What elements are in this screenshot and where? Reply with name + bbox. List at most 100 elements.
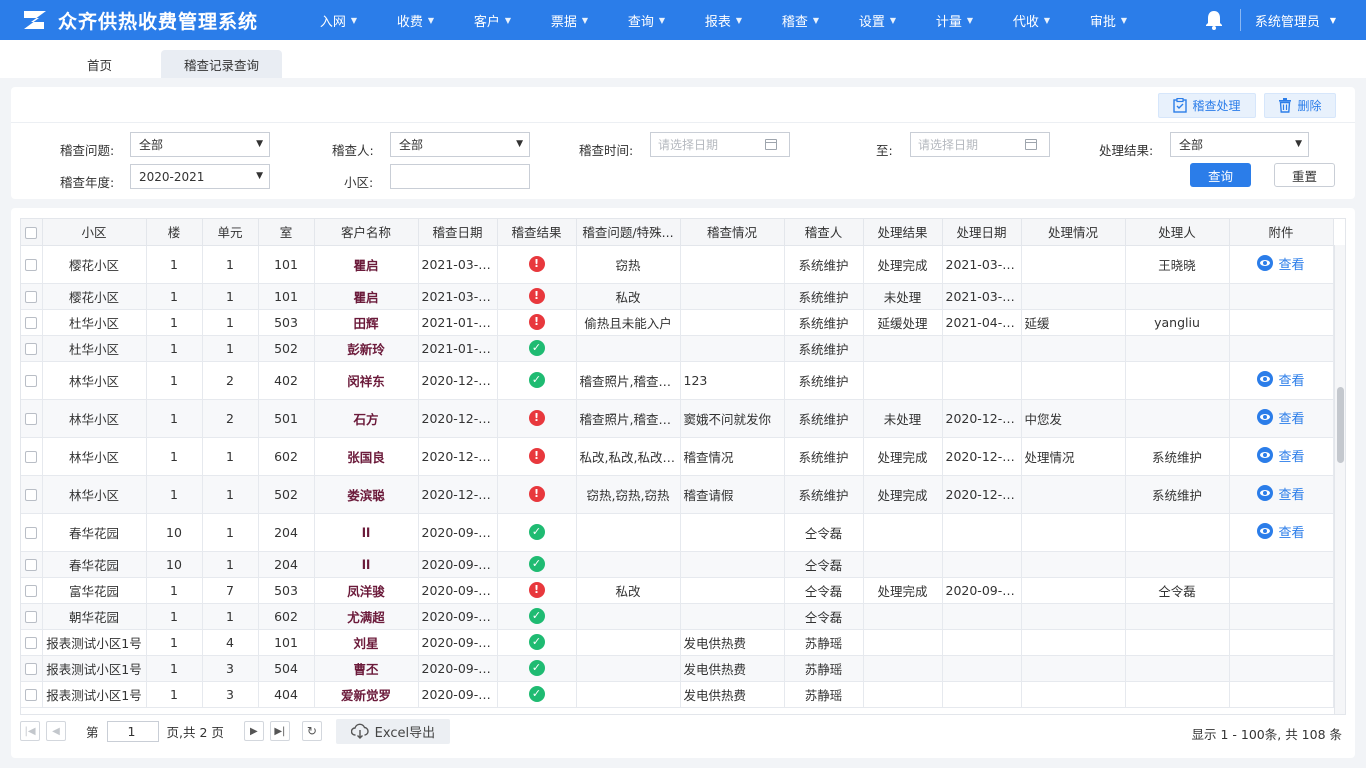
row-checkbox[interactable] [25,375,38,387]
table-row[interactable]: 林华小区 1 2 501 石方 2020-12-04! 稽查照片,稽查照... 窦娥不问就发你… [21,399,1334,438]
table-row[interactable]: 樱花小区 1 1 101 瞿启 2021-03-19! 窃热 系统维护 处理完成 2021-03-… [21,245,1334,284]
notification-bell-icon[interactable] [1196,0,1232,40]
table-row[interactable]: 樱花小区 1 1 101 瞿启 2021-03-19! 私改 系统维护 未处理 2021-03-1… [21,283,1334,310]
column-header[interactable]: 处理人 [1125,219,1230,246]
column-header[interactable]: 室 [258,219,315,246]
tab-inspection-records[interactable]: 稽查记录查询 [161,50,282,78]
column-header[interactable]: 楼 [146,219,203,246]
row-checkbox[interactable] [25,663,38,675]
column-header[interactable]: 稽查情况 [680,219,785,246]
tab-home[interactable]: 首页 [39,50,160,78]
row-checkbox[interactable] [25,527,38,539]
page-number-input[interactable]: 1 [106,720,159,742]
prev-page-button[interactable]: ◀ [46,721,66,741]
row-select-cell[interactable] [21,577,43,604]
row-select-cell[interactable] [21,361,43,400]
start-date-input[interactable]: 请选择日期 [650,132,790,157]
row-select-cell[interactable] [21,335,43,362]
row-checkbox[interactable] [25,637,38,649]
vertical-scrollbar[interactable] [1334,245,1345,714]
row-select-cell[interactable] [21,475,43,514]
table-row[interactable]: 林华小区 1 1 502 娄滨聪 2020-12-04! 窃热,窃热,窃热 稽查请假 系统维护处… [21,475,1334,514]
menu-charge[interactable]: 收费 ▼ [377,0,454,40]
column-header[interactable]: 附件 [1229,219,1334,246]
table-row[interactable]: 林华小区 1 1 602 张国良 2020-12-04! 私改,私改,私改,... 稽查情况系… [21,437,1334,476]
table-row[interactable]: 春华花园 10 1 204 ll 2020-09-21 ✓ 仝令磊 查看 [21,513,1334,552]
row-select-cell[interactable] [21,437,43,476]
delete-button[interactable]: 删除 [1264,93,1336,118]
row-checkbox[interactable] [25,291,38,303]
column-header[interactable]: 稽查日期 [418,219,498,246]
column-header[interactable]: 小区 [42,219,147,246]
table-row[interactable]: 报表测试小区1号 1 3 504 曹丕 2020-09-09 ✓ 发电供热费 苏静瑶 [21,655,1334,682]
menu-inspection[interactable]: 稽查 ▼ [762,0,839,40]
row-checkbox[interactable] [25,489,38,501]
menu-query[interactable]: 查询 ▼ [608,0,685,40]
row-checkbox[interactable] [25,585,38,597]
issue-select[interactable]: 全部 ▼ [130,132,270,157]
view-attachment-link[interactable]: 查看 [1257,484,1305,503]
row-checkbox[interactable] [25,451,38,463]
reset-button[interactable]: 重置 [1274,163,1335,187]
first-page-button[interactable]: |◀ [20,721,40,741]
row-select-cell[interactable] [21,603,43,630]
row-select-cell[interactable] [21,629,43,656]
process-result-select[interactable]: 全部 ▼ [1170,132,1309,157]
table-row[interactable]: 林华小区 1 2 402 闵祥东 2020-12-04 ✓ 稽查照片,稽查照... 123 系统维… [21,361,1334,400]
menu-settings[interactable]: 设置 ▼ [839,0,916,40]
scrollbar-thumb[interactable] [1337,387,1344,463]
row-checkbox[interactable] [25,413,38,425]
column-header[interactable]: 稽查结果 [497,219,577,246]
table-row[interactable]: 朝华花园 1 1 602 尤满超 2020-09-18 ✓ 仝令磊 [21,603,1334,630]
excel-export-button[interactable]: Excel导出 [335,718,450,744]
view-attachment-link[interactable]: 查看 [1257,254,1305,273]
row-select-cell[interactable] [21,681,43,708]
menu-collection[interactable]: 代收 ▼ [993,0,1070,40]
column-header[interactable]: 稽查人 [784,219,864,246]
menu-invoice[interactable]: 票据 ▼ [531,0,608,40]
view-attachment-link[interactable]: 查看 [1257,446,1305,465]
column-header[interactable]: 处理结果 [863,219,943,246]
row-select-cell[interactable] [21,655,43,682]
menu-network[interactable]: 入网 ▼ [300,0,377,40]
row-checkbox[interactable] [25,259,38,271]
user-menu[interactable]: 系统管理员 ▼ [1255,11,1336,30]
column-header[interactable]: 稽查问题/特殊... [576,219,681,246]
query-button[interactable]: 查询 [1190,163,1251,187]
district-input[interactable] [390,164,530,189]
view-attachment-link[interactable]: 查看 [1257,408,1305,427]
menu-report[interactable]: 报表 ▼ [685,0,762,40]
next-page-button[interactable]: ▶ [243,721,264,741]
table-row[interactable]: 春华花园 10 1 204 ll 2020-09-21 ✓ 仝令磊 [21,551,1334,578]
row-checkbox[interactable] [25,689,38,701]
row-select-cell[interactable] [21,309,43,336]
last-page-button[interactable]: ▶| [269,721,290,741]
row-select-cell[interactable] [21,399,43,438]
table-row[interactable]: 报表测试小区1号 1 3 404 爱新觉罗 2020-09-09 ✓ 发电供热费 苏静瑶 [21,681,1334,708]
table-row[interactable]: 报表测试小区1号 1 4 101 刘星 2020-09-09 ✓ 发电供热费 苏静瑶 [21,629,1334,656]
table-row[interactable]: 杜华小区 1 1 503 田辉 2021-01-26! 偷热且未能入户 系统维护 延缓处理 202… [21,309,1334,336]
menu-approval[interactable]: 审批 ▼ [1070,0,1147,40]
menu-customer[interactable]: 客户 ▼ [454,0,531,40]
end-date-input[interactable]: 请选择日期 [910,132,1050,157]
column-header[interactable]: 处理情况 [1021,219,1126,246]
row-select-cell[interactable] [21,283,43,310]
column-header[interactable]: 客户名称 [314,219,419,246]
table-row[interactable]: 富华花园 1 7 503 凤洋骏 2020-09-18! 私改 仝令磊 处理完成 2020-09-… [21,577,1334,604]
row-select-cell[interactable] [21,245,43,284]
table-row[interactable]: 杜华小区 1 1 502 彭新玲 2021-01-26 ✓ 系统维护 [21,335,1334,362]
row-checkbox[interactable] [25,317,38,329]
row-checkbox[interactable] [25,611,38,623]
row-checkbox[interactable] [25,343,38,355]
process-inspection-button[interactable]: 稽查处理 [1158,93,1256,118]
menu-metering[interactable]: 计量 ▼ [916,0,993,40]
year-select[interactable]: 2020-2021 ▼ [130,164,270,189]
select-all-checkbox[interactable] [25,226,38,239]
inspector-select[interactable]: 全部 ▼ [390,132,530,157]
row-select-cell[interactable] [21,513,43,552]
select-all-header[interactable] [21,219,43,246]
column-header[interactable]: 处理日期 [942,219,1022,246]
row-checkbox[interactable] [25,559,38,571]
column-header[interactable]: 单元 [202,219,259,246]
row-select-cell[interactable] [21,551,43,578]
